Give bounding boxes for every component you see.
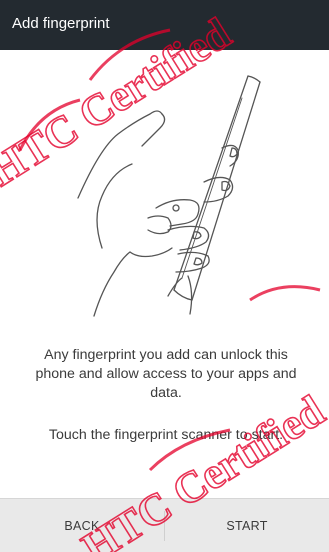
back-button[interactable]: BACK — [0, 499, 164, 552]
start-button[interactable]: START — [165, 499, 329, 552]
fingerprint-description: Any fingerprint you add can unlock this … — [35, 347, 297, 401]
page-title: Add fingerprint — [12, 15, 110, 32]
hand-holding-phone-illustration — [77, 75, 261, 317]
title-bar: Add fingerprint — [0, 0, 329, 50]
main-content: Any fingerprint you add can unlock this … — [0, 50, 329, 498]
scanner-hint: Touch the fingerprint scanner to start. — [48, 427, 284, 443]
footer-bar: BACK START — [0, 498, 329, 552]
